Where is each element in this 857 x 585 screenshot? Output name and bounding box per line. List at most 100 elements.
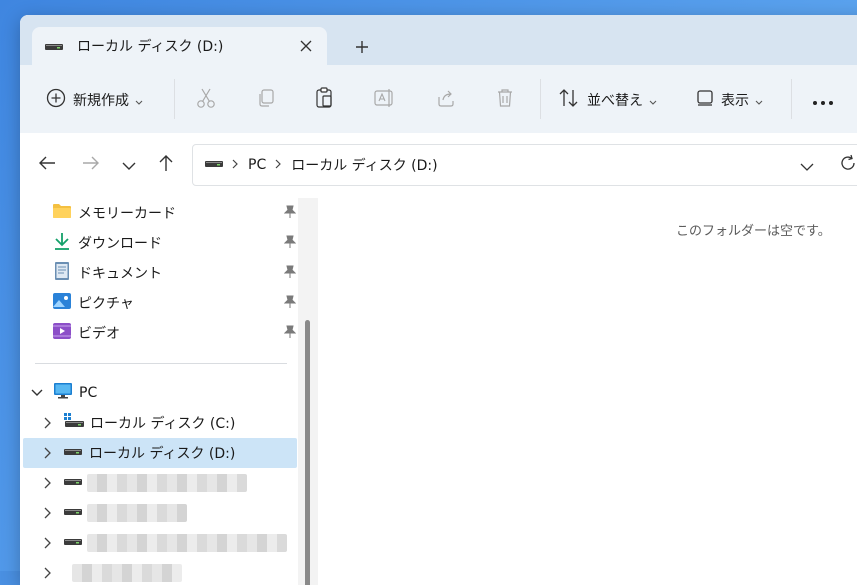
- refresh-icon: [839, 154, 857, 176]
- chevron-right-icon[interactable]: [40, 535, 56, 551]
- new-button-label: 新規作成: [73, 93, 129, 109]
- back-button[interactable]: [35, 153, 59, 177]
- pin-icon[interactable]: [283, 205, 297, 223]
- quick-access-item[interactable]: ビデオ: [52, 318, 302, 348]
- rename-button[interactable]: [374, 87, 396, 113]
- chevron-right-icon[interactable]: [40, 445, 56, 461]
- more-options-button[interactable]: [812, 87, 834, 113]
- pictures-icon: [52, 292, 72, 314]
- view-button[interactable]: 表示: [696, 87, 763, 113]
- navigation-divider: [35, 363, 287, 364]
- chevron-down-icon: [649, 91, 657, 110]
- tree-item-drive[interactable]: [23, 528, 297, 558]
- tree-item-label: PC: [79, 385, 98, 401]
- chevron-right-icon[interactable]: [40, 475, 56, 491]
- drive-icon: [63, 445, 83, 461]
- drive-icon: [63, 505, 83, 521]
- close-tab-icon[interactable]: [295, 35, 317, 57]
- file-explorer-window: ローカル ディスク (D:) 新規作成 並べ替え 表示 PC ローカル ディスク…: [20, 15, 857, 585]
- quick-access-label: メモリーカード: [78, 206, 176, 222]
- drive-icon: [205, 157, 223, 173]
- pin-icon[interactable]: [283, 235, 297, 253]
- chevron-right-icon: [232, 157, 238, 173]
- breadcrumb-pc[interactable]: PC: [248, 157, 266, 173]
- document-icon: [52, 262, 72, 284]
- tab-active[interactable]: ローカル ディスク (D:): [32, 27, 327, 65]
- more-icon: [812, 91, 834, 110]
- refresh-button[interactable]: [837, 154, 857, 176]
- tree-item-label: ローカル ディスク (C:): [90, 416, 236, 432]
- plus-circle-icon: [46, 88, 66, 112]
- breadcrumb: PC ローカル ディスク (D:): [205, 145, 438, 185]
- chevron-right-icon: [275, 157, 282, 173]
- view-button-label: 表示: [721, 93, 749, 109]
- video-icon: [52, 322, 72, 344]
- command-bar: 新規作成 並べ替え 表示: [20, 65, 857, 134]
- quick-access-label: ピクチャ: [78, 296, 134, 312]
- tree-item-drive-c[interactable]: ローカル ディスク (C:): [23, 408, 297, 438]
- chevron-right-icon[interactable]: [40, 415, 56, 431]
- pin-icon[interactable]: [283, 325, 297, 343]
- new-button[interactable]: 新規作成: [46, 87, 143, 113]
- redacted-label: [87, 504, 187, 522]
- tree-item-drive[interactable]: [23, 558, 297, 585]
- pin-icon[interactable]: [283, 265, 297, 283]
- arrow-left-icon: [38, 155, 56, 175]
- forward-button[interactable]: [79, 153, 103, 177]
- quick-access-item[interactable]: メモリーカード: [52, 198, 302, 228]
- trash-icon: [496, 88, 514, 112]
- tree-item-pc[interactable]: PC: [23, 378, 297, 408]
- sort-button[interactable]: 並べ替え: [558, 87, 657, 113]
- navigation-scrollbar-thumb[interactable]: [305, 320, 310, 585]
- paste-button[interactable]: [314, 87, 334, 113]
- chevron-right-icon[interactable]: [40, 565, 56, 581]
- address-bar[interactable]: PC ローカル ディスク (D:): [192, 144, 857, 186]
- drive-icon: [63, 535, 83, 551]
- clipboard-icon: [314, 87, 334, 113]
- address-history-button[interactable]: [796, 154, 818, 176]
- toolbar-separator: [174, 79, 175, 119]
- drive-icon: [63, 475, 83, 491]
- new-tab-button[interactable]: [350, 35, 374, 59]
- share-button[interactable]: [436, 87, 456, 113]
- tree-item-drive-d[interactable]: ローカル ディスク (D:): [23, 438, 297, 468]
- navigation-bar: PC ローカル ディスク (D:): [20, 133, 857, 195]
- chevron-down-icon: [755, 91, 763, 110]
- toolbar-separator: [540, 79, 541, 119]
- navigation-pane: メモリーカード ダウンロード ドキュメント ピクチャ ビデオ PC ローカル デ…: [20, 195, 306, 585]
- chevron-right-icon[interactable]: [40, 505, 56, 521]
- pin-icon[interactable]: [283, 295, 297, 313]
- tree-item-label: ローカル ディスク (D:): [89, 446, 236, 462]
- copy-button[interactable]: [256, 87, 276, 113]
- cut-button[interactable]: [196, 87, 216, 113]
- toolbar-separator: [791, 79, 792, 119]
- chevron-down-icon[interactable]: [29, 385, 45, 401]
- redacted-label: [72, 564, 182, 582]
- system-drive-icon: [63, 413, 85, 433]
- copy-icon: [256, 88, 276, 112]
- empty-folder-message: このフォルダーは空です。: [676, 224, 831, 239]
- redacted-label: [87, 474, 247, 492]
- quick-access-item[interactable]: ダウンロード: [52, 228, 302, 258]
- quick-access-item[interactable]: ピクチャ: [52, 288, 302, 318]
- drive-icon: [45, 37, 63, 56]
- title-bar: ローカル ディスク (D:): [20, 15, 857, 65]
- arrow-up-icon: [158, 154, 174, 176]
- computer-icon: [53, 382, 73, 404]
- delete-button[interactable]: [496, 87, 514, 113]
- quick-access-item[interactable]: ドキュメント: [52, 258, 302, 288]
- chevron-down-icon: [800, 156, 814, 175]
- tree-item-drive[interactable]: [23, 498, 297, 528]
- arrow-right-icon: [82, 155, 100, 175]
- chevron-down-icon: [122, 156, 136, 175]
- view-icon: [696, 89, 714, 111]
- recent-locations-button[interactable]: [117, 153, 141, 177]
- share-icon: [436, 88, 456, 112]
- breadcrumb-current[interactable]: ローカル ディスク (D:): [291, 155, 437, 175]
- sort-icon: [558, 88, 580, 112]
- redacted-label: [87, 534, 287, 552]
- chevron-down-icon: [135, 91, 143, 110]
- download-icon: [52, 232, 72, 254]
- tree-item-drive[interactable]: [23, 468, 297, 498]
- up-button[interactable]: [154, 153, 178, 177]
